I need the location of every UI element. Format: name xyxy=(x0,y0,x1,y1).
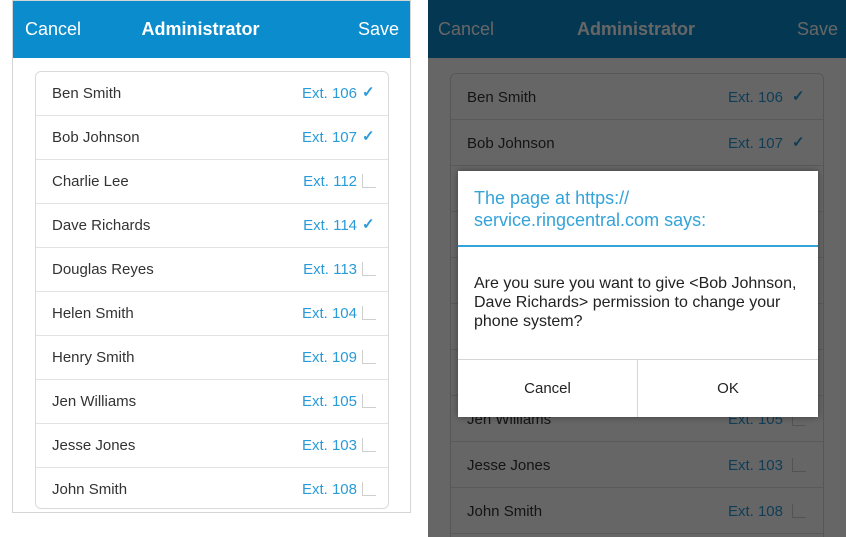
list-item[interactable]: Helen Smith Ext. 104 xyxy=(36,292,388,336)
extension-link[interactable]: Ext. 103 xyxy=(302,437,357,454)
extension-link[interactable]: Ext. 107 xyxy=(302,129,357,146)
dialog-ok-button[interactable]: OK xyxy=(638,360,818,417)
list-item[interactable]: John Smith Ext. 108 xyxy=(36,468,388,508)
extension-link[interactable]: Ext. 113 xyxy=(303,261,357,278)
user-name: Dave Richards xyxy=(52,217,151,234)
list-item[interactable]: Ben Smith Ext. 106 ✓ xyxy=(36,72,388,116)
dialog-message: Are you sure you want to give <Bob Johns… xyxy=(474,275,797,330)
user-name: Bob Johnson xyxy=(52,129,140,146)
list-item[interactable]: Douglas Reyes Ext. 113 xyxy=(36,248,388,292)
extension-link[interactable]: Ext. 105 xyxy=(302,393,357,410)
user-name: Douglas Reyes xyxy=(52,261,154,278)
user-name: Charlie Lee xyxy=(52,173,129,190)
user-name: Jen Williams xyxy=(52,393,137,410)
dialog-divider xyxy=(458,245,818,247)
page-title: Administrator xyxy=(141,19,260,39)
user-name: Henry Smith xyxy=(52,349,135,366)
list-item[interactable]: Dave Richards Ext. 114 ✓ xyxy=(36,204,388,248)
top-bar: Cancel Administrator Save xyxy=(13,1,410,58)
list-item[interactable]: Bob Johnson Ext. 107 ✓ xyxy=(36,116,388,160)
admin-screen: Cancel Administrator Save Ben Smith Ext. … xyxy=(12,0,411,513)
empty-checkbox-icon[interactable] xyxy=(362,482,376,496)
extension-link[interactable]: Ext. 109 xyxy=(302,349,357,366)
user-name: John Smith xyxy=(52,481,128,498)
empty-checkbox-icon[interactable] xyxy=(362,174,376,188)
admin-screen-with-dialog: Cancel Administrator Save Ben SmithExt. … xyxy=(428,0,846,537)
empty-checkbox-icon[interactable] xyxy=(362,306,376,320)
list-item[interactable]: Henry Smith Ext. 109 xyxy=(36,336,388,380)
extension-link[interactable]: Ext. 106 xyxy=(302,85,357,102)
save-button[interactable]: Save xyxy=(358,19,399,40)
checkmark-icon[interactable]: ✓ xyxy=(362,217,376,232)
extension-link[interactable]: Ext. 112 xyxy=(303,173,357,190)
user-name: Helen Smith xyxy=(52,305,134,322)
empty-checkbox-icon[interactable] xyxy=(362,262,376,276)
checkmark-icon[interactable]: ✓ xyxy=(362,129,376,144)
list-item[interactable]: Jen Williams Ext. 105 xyxy=(36,380,388,424)
user-name: Ben Smith xyxy=(52,85,122,102)
empty-checkbox-icon[interactable] xyxy=(362,394,376,408)
list-item[interactable]: Jesse Jones Ext. 103 xyxy=(36,424,388,468)
dialog-button-bar: Cancel OK xyxy=(458,359,818,417)
user-list: Ben Smith Ext. 106 ✓ Bob Johnson Ext. 107 ✓ Ch… xyxy=(35,71,389,509)
confirm-dialog: The page at https:// service.ringcentral… xyxy=(458,171,818,417)
dialog-title: The page at https:// service.ringcentral… xyxy=(474,188,707,230)
extension-link[interactable]: Ext. 114 xyxy=(303,217,357,234)
checkmark-icon[interactable]: ✓ xyxy=(362,85,376,100)
user-name: Jesse Jones xyxy=(52,437,136,454)
extension-link[interactable]: Ext. 108 xyxy=(302,481,357,498)
empty-checkbox-icon[interactable] xyxy=(362,438,376,452)
list-item[interactable]: Charlie Lee Ext. 112 xyxy=(36,160,388,204)
extension-link[interactable]: Ext. 104 xyxy=(302,305,357,322)
empty-checkbox-icon[interactable] xyxy=(362,350,376,364)
dialog-cancel-button[interactable]: Cancel xyxy=(458,360,638,417)
